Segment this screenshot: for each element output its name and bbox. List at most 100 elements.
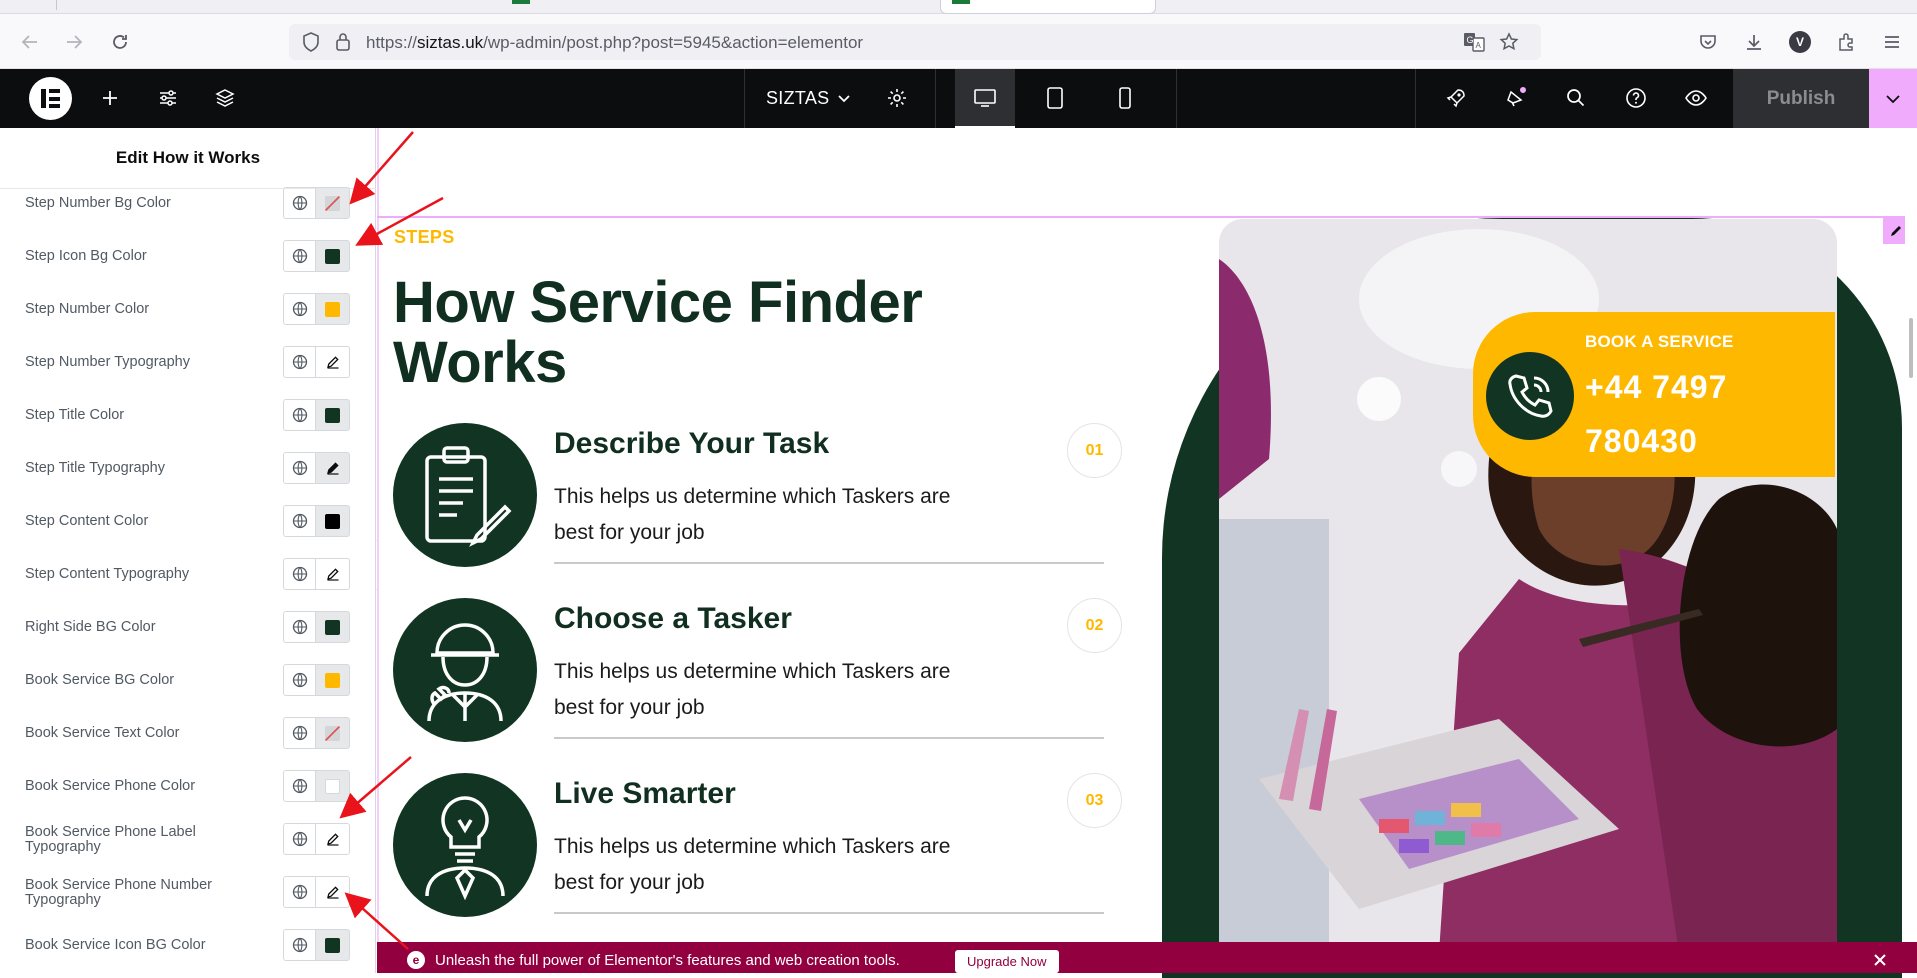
global-settings-globe-icon[interactable]	[283, 611, 316, 643]
translate-icon[interactable]: GA	[1460, 28, 1488, 56]
forward-icon[interactable]	[60, 28, 88, 56]
color-swatch	[325, 672, 340, 688]
url-bar[interactable]: https://siztas.uk/wp-admin/post.php?post…	[289, 24, 1541, 60]
color-swatch	[325, 301, 340, 317]
color-picker-button[interactable]	[315, 293, 350, 325]
control-label: Book Service Phone Label Typography	[25, 824, 196, 855]
browser-tab-strip	[0, 0, 1917, 14]
style-control-row: Book Service Text Color	[0, 713, 376, 753]
color-picker-button[interactable]	[315, 240, 350, 272]
step-divider	[554, 912, 1104, 914]
color-picker-button[interactable]	[315, 187, 350, 219]
color-picker-button[interactable]	[315, 505, 350, 537]
color-picker-button[interactable]	[315, 929, 350, 961]
page-settings-gear-icon[interactable]	[884, 85, 910, 111]
control-label: Step Icon Bg Color	[25, 248, 147, 264]
upgrade-notice-bar: e Unleash the full power of Elementor's …	[377, 942, 1917, 973]
divider	[744, 69, 745, 128]
publish-button[interactable]: Publish	[1733, 69, 1869, 128]
active-tab[interactable]	[940, 0, 1156, 14]
url-text[interactable]: https://siztas.uk/wp-admin/post.php?post…	[366, 33, 863, 53]
global-settings-globe-icon[interactable]	[283, 399, 316, 431]
close-icon[interactable]	[1870, 950, 1890, 970]
preview-eye-icon[interactable]	[1683, 85, 1709, 111]
mobile-icon[interactable]	[1112, 85, 1138, 111]
structure-layers-icon[interactable]	[212, 85, 238, 111]
global-settings-globe-icon[interactable]	[283, 505, 316, 537]
clipboard-icon	[393, 423, 537, 567]
global-settings-globe-icon[interactable]	[283, 717, 316, 749]
color-picker-button[interactable]	[315, 770, 350, 802]
elementor-top-bar: SIZTAS Publish	[0, 69, 1917, 128]
announcements-icon[interactable]	[1503, 85, 1529, 111]
search-icon[interactable]	[1563, 85, 1589, 111]
help-icon[interactable]	[1623, 85, 1649, 111]
edit-typography-pencil-icon[interactable]	[315, 346, 350, 378]
global-settings-globe-icon[interactable]	[283, 293, 316, 325]
color-picker-button[interactable]	[315, 611, 350, 643]
global-settings-globe-icon[interactable]	[283, 770, 316, 802]
global-settings-globe-icon[interactable]	[283, 929, 316, 961]
edit-typography-pencil-icon[interactable]	[315, 876, 350, 908]
reload-icon[interactable]	[106, 28, 134, 56]
global-settings-globe-icon[interactable]	[283, 240, 316, 272]
menu-icon[interactable]	[1878, 28, 1906, 56]
control-label: Step Number Typography	[25, 354, 190, 370]
global-settings-globe-icon[interactable]	[283, 558, 316, 590]
tab-separator	[56, 0, 57, 10]
step-title: Describe Your Task	[554, 427, 830, 460]
back-icon[interactable]	[16, 28, 44, 56]
phone-call-icon	[1486, 352, 1574, 440]
publish-options-button[interactable]	[1869, 69, 1917, 128]
global-settings-globe-icon[interactable]	[283, 452, 316, 484]
browser-toolbar: https://siztas.uk/wp-admin/post.php?post…	[0, 14, 1917, 69]
divider	[935, 69, 936, 128]
download-icon[interactable]	[1740, 28, 1768, 56]
star-icon[interactable]	[1495, 28, 1523, 56]
style-control-row: Step Number Bg Color	[0, 183, 376, 223]
active-tab-favicon	[952, 0, 970, 4]
style-control-row: Book Service Phone Number Typography	[0, 872, 376, 912]
control-label: Book Service Text Color	[25, 725, 180, 741]
color-picker-button[interactable]	[315, 717, 350, 749]
divider	[1176, 69, 1177, 128]
elementor-logo-icon[interactable]	[29, 77, 72, 120]
step-divider	[554, 562, 1104, 564]
style-control-row: Step Icon Bg Color	[0, 236, 376, 276]
global-settings-globe-icon[interactable]	[283, 823, 316, 855]
upgrade-now-button[interactable]: Upgrade Now	[955, 950, 1059, 973]
book-service-phone[interactable]: +44 7497 780430	[1585, 360, 1815, 468]
step-text: This helps us determine which Taskers ar…	[554, 660, 951, 719]
edit-typography-pencil-icon[interactable]	[315, 558, 350, 590]
add-element-icon[interactable]	[97, 85, 123, 111]
control-label: Right Side BG Color	[25, 619, 156, 635]
worker-icon	[393, 598, 537, 742]
chevron-down-icon[interactable]	[831, 85, 857, 111]
rocket-icon[interactable]	[1443, 85, 1469, 111]
color-picker-button[interactable]	[315, 664, 350, 696]
color-swatch	[325, 937, 340, 953]
site-settings-icon[interactable]	[155, 85, 181, 111]
global-settings-globe-icon[interactable]	[283, 346, 316, 378]
style-control-row: Step Number Color	[0, 289, 376, 329]
style-control-row: Step Title Color	[0, 395, 376, 435]
global-settings-globe-icon[interactable]	[283, 187, 316, 219]
color-picker-button[interactable]	[315, 399, 350, 431]
style-control-row: Book Service Icon BG Color	[0, 925, 376, 965]
edit-typography-pencil-icon[interactable]	[315, 452, 350, 484]
lock-icon[interactable]	[329, 28, 357, 56]
edit-typography-pencil-icon[interactable]	[315, 823, 350, 855]
extensions-icon[interactable]	[1832, 28, 1860, 56]
tablet-icon[interactable]	[1042, 85, 1068, 111]
color-swatch	[325, 248, 340, 264]
profile-avatar[interactable]: V	[1786, 28, 1814, 56]
site-name-dropdown[interactable]: SIZTAS	[766, 88, 829, 109]
shield-icon[interactable]	[297, 28, 325, 56]
global-settings-globe-icon[interactable]	[283, 664, 316, 696]
tab-favicon[interactable]	[512, 0, 530, 4]
scrollbar-thumb[interactable]	[1909, 318, 1913, 378]
pocket-icon[interactable]	[1694, 28, 1722, 56]
canvas-scrollbar[interactable]	[1905, 128, 1917, 973]
svg-text:A: A	[1476, 41, 1482, 50]
global-settings-globe-icon[interactable]	[283, 876, 316, 908]
